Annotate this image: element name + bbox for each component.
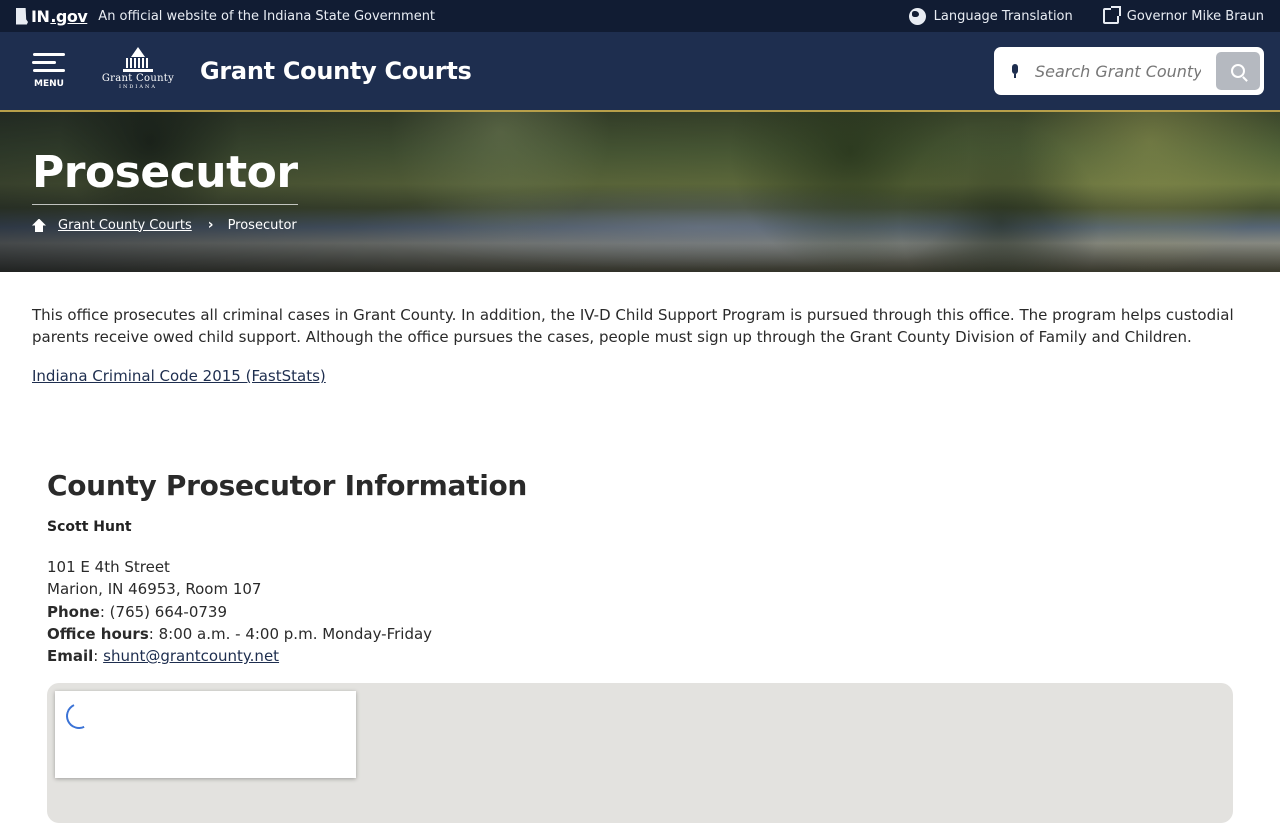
- search-input[interactable]: [1035, 61, 1201, 81]
- breadcrumb: Grant County Courts › Prosecutor: [32, 217, 298, 233]
- hours-line: Office hours: 8:00 a.m. - 4:00 p.m. Mond…: [47, 624, 433, 643]
- state-topbar: IN .gov An official website of the Indian…: [0, 0, 1280, 32]
- map-embed[interactable]: [47, 683, 1233, 823]
- governor-link[interactable]: Governor Mike Braun: [1102, 6, 1264, 24]
- menu-button[interactable]: MENU: [32, 53, 66, 89]
- chevron-right-icon: ›: [207, 217, 214, 233]
- grant-county-logo[interactable]: Grant County INDIANA: [96, 45, 180, 97]
- menu-icon-bar: [33, 69, 65, 72]
- search-button[interactable]: [1216, 52, 1260, 90]
- contact-details: 101 E 4th Street Marion, IN 46953, Room …: [47, 556, 1233, 667]
- intro-paragraph: This office prosecutes all criminal case…: [32, 306, 1234, 346]
- menu-label: MENU: [34, 79, 64, 89]
- logo-state-text: INDIANA: [119, 84, 157, 90]
- search-box: [994, 47, 1264, 95]
- governor-label: Governor Mike Braun: [1126, 8, 1264, 24]
- home-icon[interactable]: [32, 219, 46, 232]
- hero-banner: Prosecutor Grant County Courts › Prosecu…: [0, 112, 1280, 272]
- language-translation-label: Language Translation: [933, 8, 1073, 24]
- phone-line: Phone: (765) 664-0739: [47, 602, 227, 621]
- breadcrumb-link-grant-county-courts[interactable]: Grant County Courts: [58, 218, 192, 233]
- email-line: Email: shunt@grantcounty.net: [47, 647, 280, 666]
- ingov-suffix: .gov: [50, 6, 88, 26]
- map-info-card: [55, 691, 356, 778]
- official-website-notice: An official website of the Indiana State…: [98, 8, 436, 24]
- menu-icon: [33, 53, 65, 56]
- microphone-icon[interactable]: [1010, 64, 1020, 78]
- ingov-logo-link[interactable]: IN .gov: [16, 6, 88, 26]
- search-icon: [1231, 64, 1245, 78]
- logo-county-text: Grant County: [101, 73, 175, 84]
- site-title[interactable]: Grant County Courts: [200, 57, 472, 85]
- site-header: MENU Grant County INDIANA Grant County C…: [0, 32, 1280, 112]
- email-label: Email: [47, 647, 94, 666]
- phone-label: Phone: [47, 602, 100, 621]
- breadcrumb-current: Prosecutor: [227, 217, 297, 233]
- menu-icon-bar: [32, 61, 56, 64]
- prosecutor-name: Scott Hunt: [47, 519, 132, 535]
- topbar-links: Language Translation Governor Mike Braun: [908, 6, 1264, 25]
- city-address: Marion, IN 46953, Room 107: [47, 580, 262, 599]
- language-translation-link[interactable]: Language Translation: [908, 7, 1073, 25]
- criminal-code-link[interactable]: Indiana Criminal Code 2015 (FastStats): [32, 365, 326, 387]
- info-heading: County Prosecutor Information: [47, 469, 528, 502]
- page-title: Prosecutor: [32, 148, 298, 205]
- email-link[interactable]: shunt@grantcounty.net: [103, 647, 279, 665]
- external-link-icon: [1102, 6, 1121, 24]
- phone-number: (765) 664-0739: [109, 602, 227, 621]
- hero-content: Prosecutor Grant County Courts › Prosecu…: [32, 148, 298, 233]
- prosecutor-info-section: County Prosecutor Information Scott Hunt…: [0, 387, 1280, 667]
- ingov-prefix: IN: [31, 6, 50, 26]
- indiana-state-icon: [16, 7, 28, 25]
- hours-label: Office hours: [47, 624, 149, 643]
- intro-section: This office prosecutes all criminal case…: [0, 272, 1280, 387]
- globe-icon: [908, 7, 926, 25]
- office-hours: 8:00 a.m. - 4:00 p.m. Monday-Friday: [158, 624, 433, 643]
- loading-spinner-icon: [62, 699, 96, 733]
- street-address: 101 E 4th Street: [47, 558, 170, 576]
- courthouse-dome-icon: [123, 45, 153, 73]
